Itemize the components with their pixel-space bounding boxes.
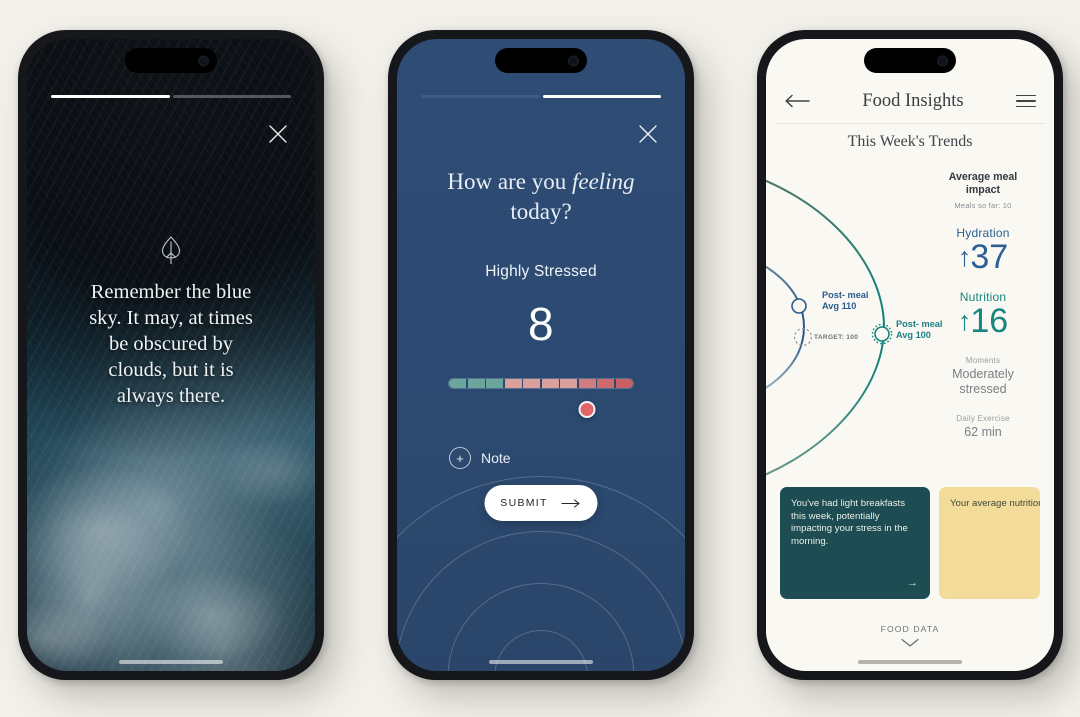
add-note-button[interactable]: + Note bbox=[449, 447, 511, 469]
add-note-label: Note bbox=[481, 450, 511, 466]
slider-tick-1[interactable] bbox=[449, 379, 467, 388]
screenshot-stage: Remember the blue sky. It may, at times … bbox=[0, 0, 1080, 717]
moments-value-line1: Moderately bbox=[952, 367, 1014, 381]
post-meal-110-node bbox=[791, 298, 807, 314]
slider-thumb[interactable] bbox=[578, 401, 596, 418]
slider-tick-2[interactable] bbox=[467, 379, 485, 388]
progress-segment-2 bbox=[542, 95, 661, 98]
phone-mood-screen: How are you feeling today? Highly Stress… bbox=[388, 30, 694, 680]
submit-button[interactable]: SUBMIT bbox=[484, 485, 598, 521]
hamburger-menu-icon[interactable] bbox=[1016, 94, 1036, 108]
insight-card-breakfast[interactable]: You've had light breakfasts this week, p… bbox=[780, 487, 930, 599]
metric-hydration: Hydration ↑ 37 bbox=[924, 226, 1042, 274]
phone-quote-screen: Remember the blue sky. It may, at times … bbox=[18, 30, 324, 680]
moments-key: Moments bbox=[965, 356, 1001, 365]
slider-tick-8[interactable] bbox=[578, 379, 596, 388]
close-icon bbox=[269, 125, 287, 143]
plus-circle-icon: + bbox=[449, 447, 471, 469]
insights-screen: Food Insights This Week's Trends Post- m… bbox=[766, 39, 1054, 671]
question-line-1: How are you bbox=[447, 169, 572, 194]
insight-card-nutrition[interactable]: Your average nutrition score this week h… bbox=[939, 487, 1040, 599]
insights-header: Food Insights bbox=[766, 81, 1054, 121]
exercise-block: Daily Exercise 62 min bbox=[924, 414, 1042, 440]
moments-value: Moderately stressed bbox=[924, 367, 1042, 396]
close-button[interactable] bbox=[635, 121, 661, 147]
mood-label: Highly Stressed bbox=[485, 263, 597, 280]
mood-value: 8 bbox=[527, 298, 555, 350]
close-button[interactable] bbox=[265, 121, 291, 147]
slider-tick-7[interactable] bbox=[560, 379, 578, 388]
moments-value-line2: stressed bbox=[959, 381, 1007, 396]
phone-notch bbox=[495, 48, 587, 73]
progress-segment-1 bbox=[421, 95, 540, 98]
quote-block: Remember the blue sky. It may, at times … bbox=[27, 235, 315, 409]
decorative-rings bbox=[397, 447, 685, 671]
food-data-button[interactable]: FOOD DATA bbox=[766, 624, 1054, 647]
quote-text: Remember the blue sky. It may, at times … bbox=[89, 281, 253, 408]
heading-line-2: impact bbox=[965, 183, 1001, 196]
mood-slider[interactable] bbox=[449, 379, 633, 418]
question-line-2: today? bbox=[510, 199, 572, 225]
slider-tick-5[interactable] bbox=[523, 379, 541, 388]
progress-segment-2 bbox=[172, 95, 291, 98]
chevron-down-icon bbox=[901, 638, 919, 647]
question-title: How are you feeling today? bbox=[397, 167, 685, 228]
arrow-right-icon: → bbox=[907, 577, 918, 589]
metric-nutrition: Nutrition ↑ 16 bbox=[924, 290, 1042, 338]
arrow-left-icon[interactable] bbox=[784, 92, 810, 110]
heading-line-1: Average meal bbox=[948, 171, 1018, 183]
arrow-up-icon: ↑ bbox=[957, 241, 972, 272]
story-progress-bar bbox=[421, 95, 661, 98]
metric-hydration-value: 37 bbox=[970, 238, 1009, 276]
exercise-key: Daily Exercise bbox=[956, 414, 1010, 423]
mood-screen: How are you feeling today? Highly Stress… bbox=[397, 39, 685, 671]
close-icon bbox=[639, 125, 657, 143]
arrow-up-icon: ↑ bbox=[957, 305, 972, 336]
page-title: Food Insights bbox=[862, 90, 964, 111]
phone-notch bbox=[864, 48, 956, 73]
moments-block: Moments Moderately stressed bbox=[924, 356, 1042, 396]
average-meal-impact-heading: Average meal impact bbox=[924, 171, 1042, 196]
front-camera-icon bbox=[937, 55, 948, 66]
post-meal-100-node bbox=[874, 326, 890, 342]
phone-insights-screen: Food Insights This Week's Trends Post- m… bbox=[757, 30, 1063, 680]
front-camera-icon bbox=[198, 55, 209, 66]
slider-tick-10[interactable] bbox=[615, 379, 633, 388]
meals-so-far: Meals so far: 10 bbox=[954, 201, 1012, 210]
metric-hydration-value-row: ↑ 37 bbox=[924, 240, 1042, 274]
insight-card-nutrition-text: Your average nutrition score this week h… bbox=[950, 498, 1040, 509]
progress-segment-1 bbox=[51, 95, 170, 98]
home-indicator bbox=[119, 660, 223, 664]
chevron-down-wrap bbox=[766, 638, 1054, 647]
insight-cards: You've had light breakfasts this week, p… bbox=[780, 487, 1040, 599]
target-label: TARGET: 100 bbox=[814, 334, 859, 341]
food-data-label: FOOD DATA bbox=[880, 624, 940, 634]
stats-panel: Average meal impact Meals so far: 10 Hyd… bbox=[924, 171, 1042, 440]
home-indicator bbox=[489, 660, 593, 664]
post-meal-110-label: Post- meal Avg 110 bbox=[822, 290, 868, 312]
metric-nutrition-value-row: ↑ 16 bbox=[924, 304, 1042, 338]
phone-notch bbox=[125, 48, 217, 73]
metric-nutrition-value: 16 bbox=[970, 302, 1009, 340]
slider-tick-6[interactable] bbox=[541, 379, 559, 388]
front-camera-icon bbox=[568, 55, 579, 66]
slider-tick-4[interactable] bbox=[504, 379, 522, 388]
story-progress-bar bbox=[51, 95, 291, 98]
insight-card-breakfast-text: You've had light breakfasts this week, p… bbox=[791, 498, 908, 547]
slider-tick-9[interactable] bbox=[597, 379, 615, 388]
post-meal-110-line1: Post- meal bbox=[822, 290, 869, 300]
slider-track[interactable] bbox=[449, 379, 633, 388]
arrow-right-icon bbox=[561, 498, 580, 508]
insights-subtitle: This Week's Trends bbox=[847, 133, 973, 150]
submit-label: SUBMIT bbox=[500, 497, 548, 509]
question-emphasis: feeling bbox=[571, 169, 635, 194]
exercise-value: 62 min bbox=[964, 425, 1002, 439]
home-indicator bbox=[858, 660, 962, 664]
leaf-icon bbox=[161, 236, 181, 264]
quote-screen: Remember the blue sky. It may, at times … bbox=[27, 39, 315, 671]
slider-tick-3[interactable] bbox=[486, 379, 504, 388]
header-divider bbox=[776, 123, 1044, 124]
post-meal-110-line2: Avg 110 bbox=[822, 300, 857, 311]
